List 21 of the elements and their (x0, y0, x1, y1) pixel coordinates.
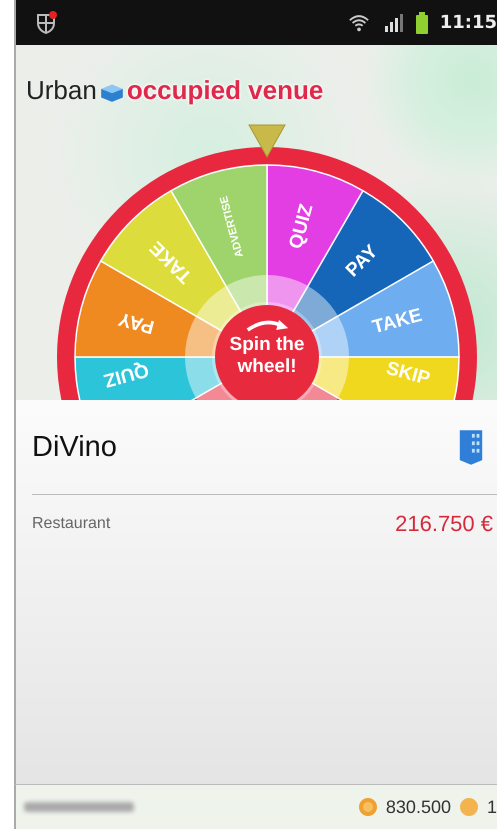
coin-icon (358, 797, 378, 817)
venue-category: Restaurant (32, 515, 110, 533)
venue-name: DiVino (32, 430, 117, 464)
clock: 11:15 (440, 12, 497, 33)
building-icon (457, 428, 485, 466)
wifi-icon (348, 12, 370, 32)
battery-icon (416, 12, 428, 34)
arrow-icon (244, 317, 290, 332)
shield-icon (34, 10, 58, 34)
wheel-segment-label: PAY (116, 308, 157, 338)
venue-price: 216.750 € (395, 511, 493, 537)
coin-icon (458, 797, 479, 817)
footer-value: 1 (486, 796, 497, 818)
wheel-segment-label: QUIZ (102, 358, 151, 391)
screen-title: occupied venue (126, 75, 324, 106)
pointer-icon (248, 124, 286, 158)
wheel-segment-label: TAKE (370, 304, 424, 338)
wheel-segment-label: SKIP (384, 358, 432, 390)
brand-text: Urban (26, 75, 97, 106)
coin-balance: 830.500 (386, 796, 451, 818)
wheel-segment-label: QUIZ (285, 202, 318, 252)
